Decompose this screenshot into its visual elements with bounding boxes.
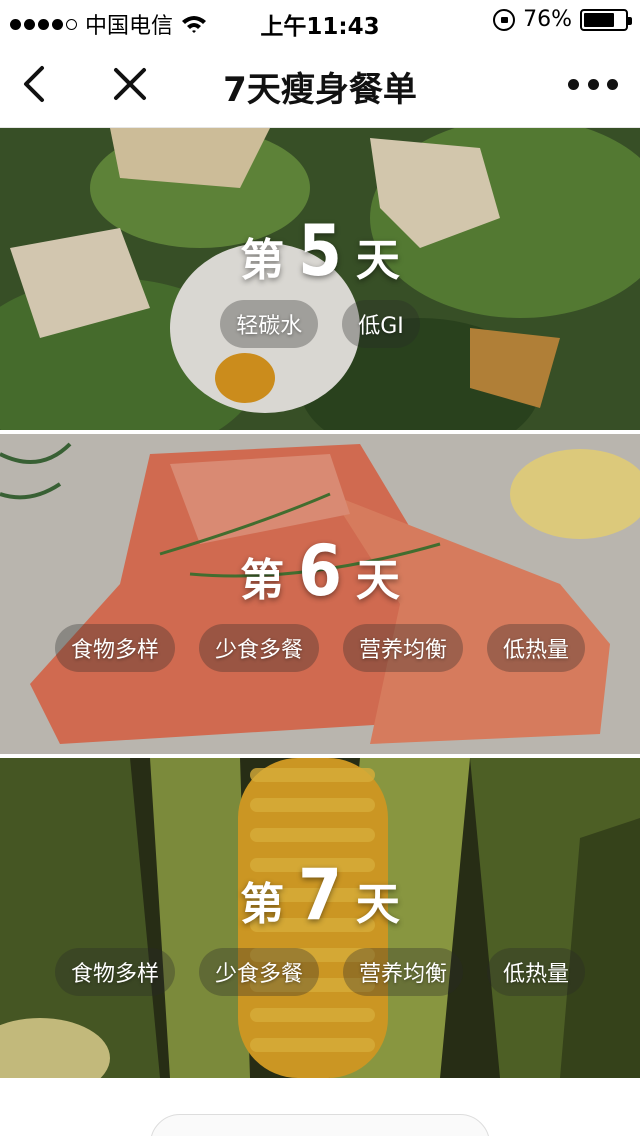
day-number: 7 <box>298 854 342 936</box>
tag: 轻碳水 <box>220 300 319 348</box>
battery-icon <box>580 8 632 31</box>
tag-list: 轻碳水 低GI <box>0 300 640 348</box>
tag: 营养均衡 <box>343 624 464 672</box>
tag: 少食多餐 <box>198 624 319 672</box>
tag: 低热量 <box>487 948 586 996</box>
day-word-left: 第 <box>240 235 285 286</box>
page-title: 7天瘦身餐单 <box>223 70 417 110</box>
day-title: 第 6 天 <box>0 530 640 612</box>
day-word-left: 第 <box>240 555 285 606</box>
tag: 食物多样 <box>54 948 175 996</box>
day-word-right: 天 <box>355 879 400 930</box>
tag-list: 食物多样 少食多餐 营养均衡 低热量 <box>0 624 640 672</box>
bottom-action-button[interactable] <box>150 1114 490 1136</box>
day-card-5[interactable]: 第 5 天 轻碳水 低GI <box>0 128 640 430</box>
battery-level-fill <box>584 12 615 27</box>
status-bar: 中国电信 上午11:43 76% <box>0 0 640 40</box>
day-word-right: 天 <box>355 555 400 606</box>
day-title: 第 5 天 <box>0 210 640 292</box>
tag-list: 食物多样 少食多餐 营养均衡 低热量 <box>0 948 640 996</box>
rotation-lock-icon <box>493 8 516 31</box>
tag: 低GI <box>342 300 420 348</box>
more-dots-icon[interactable] <box>568 70 618 98</box>
day-number: 6 <box>298 530 342 612</box>
day-word-right: 天 <box>355 235 400 286</box>
nav-bar: 7天瘦身餐单 <box>0 40 640 128</box>
day-number: 5 <box>298 210 342 292</box>
day-card-6[interactable]: 第 6 天 食物多样 少食多餐 营养均衡 低热量 <box>0 434 640 754</box>
day-title: 第 7 天 <box>0 854 640 936</box>
status-right: 76% <box>493 7 632 32</box>
battery-percent: 76% <box>523 7 572 32</box>
tag: 低热量 <box>487 624 586 672</box>
tag: 食物多样 <box>54 624 175 672</box>
day-card-7[interactable]: 第 7 天 食物多样 少食多餐 营养均衡 低热量 <box>0 758 640 1078</box>
tag: 营养均衡 <box>343 948 464 996</box>
tag: 少食多餐 <box>198 948 319 996</box>
day-word-left: 第 <box>240 879 285 930</box>
